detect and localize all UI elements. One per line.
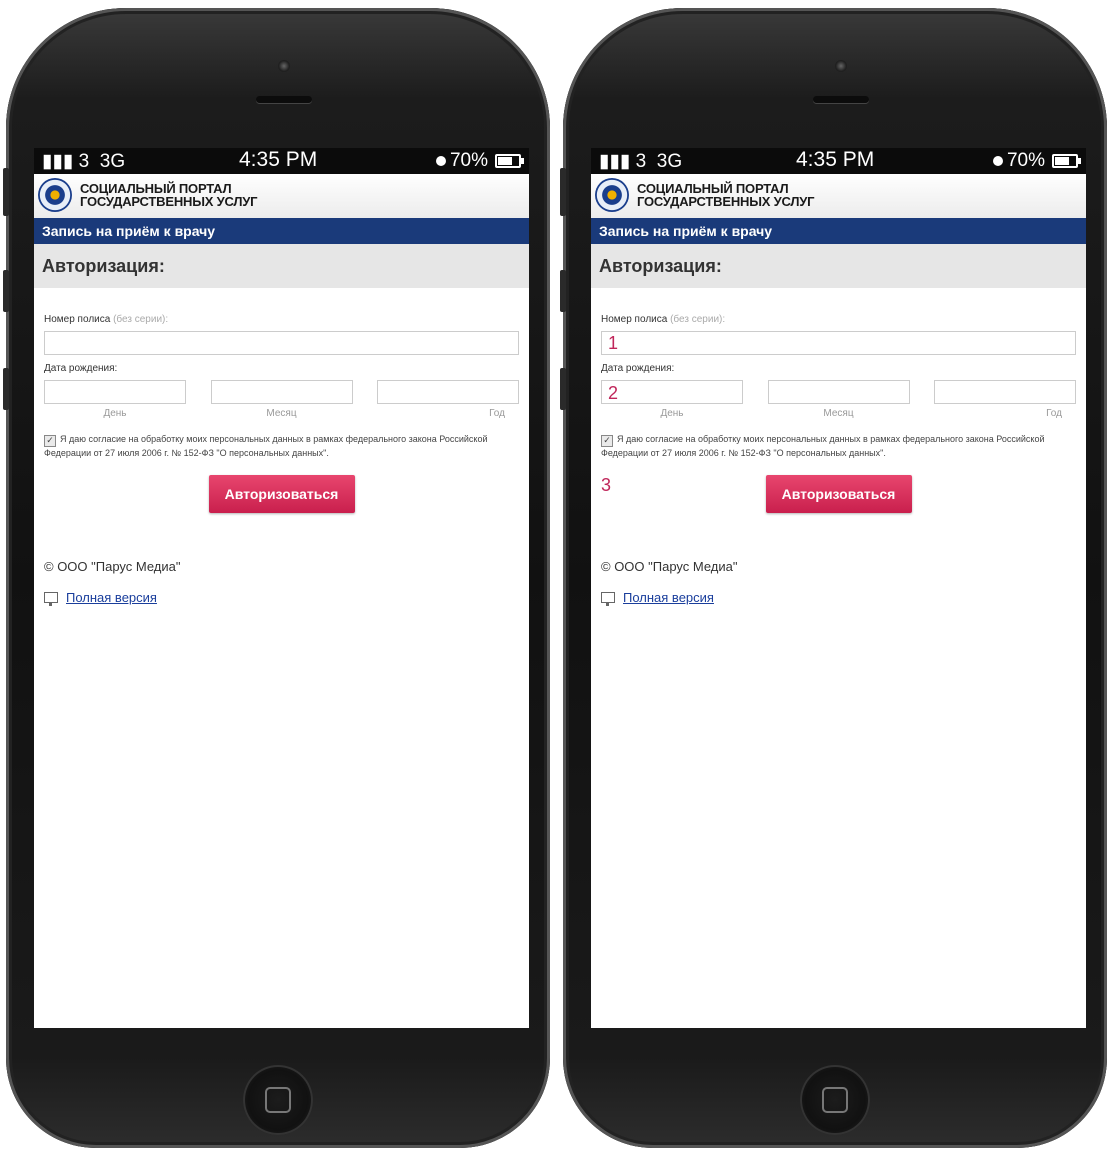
policy-label-text: Номер полиса: [601, 314, 668, 325]
birth-date-row: 2: [601, 380, 1076, 404]
battery-percent: 70%: [449, 150, 488, 171]
login-form: Номер полиса (без серии): Дата рождения:…: [34, 314, 529, 606]
authorize-button[interactable]: Авторизоваться: [765, 475, 912, 513]
birth-day-input[interactable]: 2: [601, 380, 743, 404]
signal-indicator: ▮▮▮ 3 3G: [42, 150, 125, 173]
birth-date-row: [44, 380, 519, 404]
policy-number-input[interactable]: 1: [601, 331, 1076, 355]
phone-mockup-left: ▮▮▮ 3 3G 4:35 PM 70% СОЦИАЛЬНЫЙ ПОРТАЛ Г…: [3, 8, 550, 1148]
policy-label-text: Номер полиса: [44, 314, 111, 325]
portal-title: СОЦИАЛЬНЫЙ ПОРТАЛ ГОСУДАРСТВЕННЫХ УСЛУГ: [637, 182, 815, 209]
home-button[interactable]: [243, 1065, 313, 1135]
copyright-text: © ООО "Парус Медиа": [601, 559, 738, 574]
front-camera: [278, 60, 290, 72]
phone-screen: ▮▮▮ 3 3G 4:35 PM 70% СОЦИАЛЬНЫЙ ПОРТАЛ Г…: [591, 148, 1086, 1028]
phone-mockup-right: ▮▮▮ 3 3G 4:35 PM 70% СОЦИАЛЬНЫЙ ПОРТАЛ Г…: [560, 8, 1107, 1148]
consent-checkbox[interactable]: ✓: [44, 435, 56, 447]
month-label: Месяц: [266, 408, 297, 419]
carrier-text: 3: [635, 151, 647, 172]
signal-indicator: ▮▮▮ 3 3G: [599, 150, 682, 173]
year-label: Год: [489, 408, 505, 419]
portal-header[interactable]: СОЦИАЛЬНЫЙ ПОРТАЛ ГОСУДАРСТВЕННЫХ УСЛУГ: [34, 174, 529, 218]
birth-month-input[interactable]: [767, 380, 910, 404]
front-camera: [835, 60, 847, 72]
birth-date-label: Дата рождения:: [601, 363, 675, 374]
authorize-button[interactable]: Авторизоваться: [208, 475, 355, 513]
day-label: День: [103, 408, 127, 419]
policy-hint: (без серии):: [113, 314, 169, 325]
home-button[interactable]: [800, 1065, 870, 1135]
birth-month-input[interactable]: [210, 380, 353, 404]
consent-block: ✓ Я даю согласие на обработку моих персон…: [44, 433, 519, 459]
network-type: 3G: [99, 151, 126, 172]
battery-icon: [1052, 154, 1081, 168]
policy-hint: (без серии):: [670, 314, 726, 325]
volume-down-button: [3, 368, 9, 410]
phone-screen: ▮▮▮ 3 3G 4:35 PM 70% СОЦИАЛЬНЫЙ ПОРТАЛ Г…: [34, 148, 529, 1028]
status-right: 70%: [992, 150, 1081, 172]
volume-down-button: [560, 368, 566, 410]
status-time: 4:35 PM: [239, 148, 318, 171]
birth-day-input[interactable]: [44, 380, 186, 404]
volume-up-button: [3, 270, 9, 312]
birth-date-sublabels: День Месяц Год: [601, 408, 1076, 419]
full-version-link[interactable]: Полная версия: [601, 590, 1076, 606]
mute-switch: [560, 168, 566, 216]
step-marker-3: 3: [601, 475, 612, 495]
monitor-icon: [601, 592, 615, 606]
portal-logo-icon[interactable]: [38, 178, 72, 212]
signal-icon: ▮▮▮: [599, 151, 631, 172]
portal-header[interactable]: СОЦИАЛЬНЫЙ ПОРТАЛ ГОСУДАРСТВЕННЫХ УСЛУГ: [591, 174, 1086, 218]
volume-up-button: [560, 270, 566, 312]
full-version-link[interactable]: Полная версия: [44, 590, 519, 606]
home-square-icon: [265, 1087, 291, 1113]
birth-year-input[interactable]: [934, 380, 1076, 404]
battery-percent: 70%: [1006, 150, 1045, 171]
birth-date-label: Дата рождения:: [44, 363, 118, 374]
status-bar: ▮▮▮ 3 3G 4:35 PM 70%: [591, 148, 1086, 174]
year-label: Год: [1046, 408, 1062, 419]
status-bar: ▮▮▮ 3 3G 4:35 PM 70%: [34, 148, 529, 174]
month-label: Месяц: [823, 408, 854, 419]
earpiece-speaker: [256, 96, 312, 103]
portal-logo-icon[interactable]: [595, 178, 629, 212]
signal-icon: ▮▮▮: [42, 151, 74, 172]
consent-block: ✓ Я даю согласие на обработку моих персон…: [601, 433, 1076, 459]
alarm-icon: [435, 156, 446, 166]
submit-row: 3 Авторизоваться: [601, 475, 1076, 513]
status-right: 70%: [435, 150, 524, 172]
carrier-text: 3: [78, 151, 90, 172]
policy-number-input[interactable]: [44, 331, 519, 355]
home-square-icon: [822, 1087, 848, 1113]
day-label: День: [660, 408, 684, 419]
section-heading: Авторизация:: [591, 244, 1086, 288]
full-version-label[interactable]: Полная версия: [66, 590, 157, 605]
page-title-bar: Запись на приём к врачу: [34, 218, 529, 244]
consent-checkbox[interactable]: ✓: [601, 435, 613, 447]
birth-year-input[interactable]: [377, 380, 519, 404]
consent-text: Я даю согласие на обработку моих персона…: [601, 434, 1045, 458]
login-form: Номер полиса (без серии): 1 Дата рождени…: [591, 314, 1086, 606]
network-type: 3G: [656, 151, 683, 172]
consent-text: Я даю согласие на обработку моих персона…: [44, 434, 488, 458]
copyright-text: © ООО "Парус Медиа": [44, 559, 181, 574]
status-time: 4:35 PM: [796, 148, 875, 171]
earpiece-speaker: [813, 96, 869, 103]
birth-date-sublabels: День Месяц Год: [44, 408, 519, 419]
full-version-label[interactable]: Полная версия: [623, 590, 714, 605]
mute-switch: [3, 168, 9, 216]
portal-title-line2: ГОСУДАРСТВЕННЫХ УСЛУГ: [637, 194, 815, 209]
battery-icon: [495, 154, 524, 168]
section-heading: Авторизация:: [34, 244, 529, 288]
portal-title: СОЦИАЛЬНЫЙ ПОРТАЛ ГОСУДАРСТВЕННЫХ УСЛУГ: [80, 182, 258, 209]
policy-label: Номер полиса (без серии):: [601, 314, 1076, 325]
page-title-bar: Запись на приём к врачу: [591, 218, 1086, 244]
monitor-icon: [44, 592, 58, 606]
portal-title-line2: ГОСУДАРСТВЕННЫХ УСЛУГ: [80, 194, 258, 209]
alarm-icon: [992, 156, 1003, 166]
policy-label: Номер полиса (без серии):: [44, 314, 519, 325]
